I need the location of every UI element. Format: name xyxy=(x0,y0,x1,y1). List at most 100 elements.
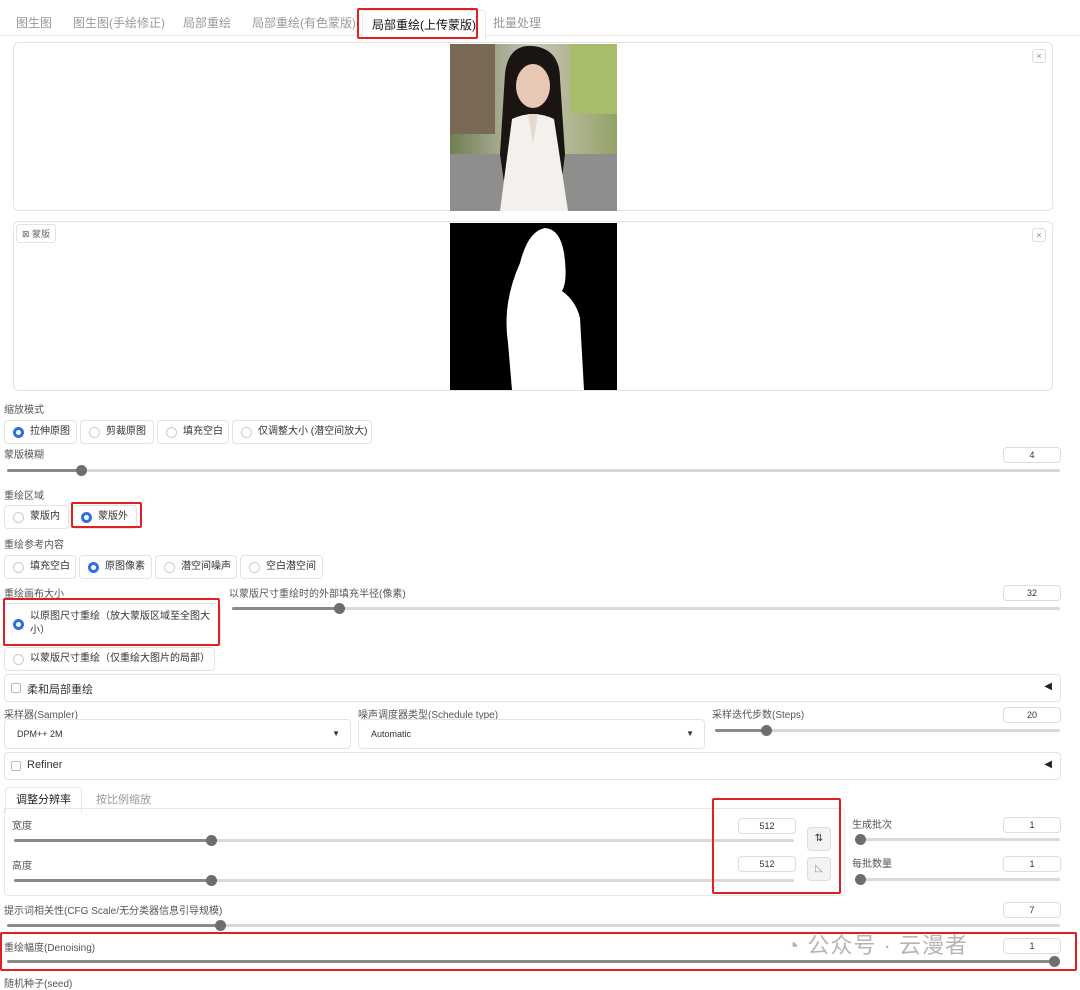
source-image xyxy=(450,44,617,211)
radio-dot xyxy=(166,427,177,438)
collapse-arrow-icon[interactable]: ◀ xyxy=(1044,759,1052,770)
radio-dot xyxy=(88,562,99,573)
slider-knob[interactable] xyxy=(334,603,345,614)
batch-count-input[interactable]: 1 xyxy=(1003,817,1061,833)
slider-knob[interactable] xyxy=(215,920,226,931)
slider-fill xyxy=(715,729,766,732)
cfg-slider[interactable] xyxy=(7,920,1060,931)
radio-dot xyxy=(13,654,24,665)
batch-size-input[interactable]: 1 xyxy=(1003,856,1061,872)
inpaint-area-label: 重绘区域 xyxy=(4,491,44,502)
radio-dot xyxy=(89,427,100,438)
radio-label: 以蒙版尺寸重绘（仅重绘大图片的局部） xyxy=(30,653,210,664)
watermark-text: 公众号 · 云漫者 xyxy=(807,933,968,958)
radio-content-original[interactable]: 原图像素 xyxy=(79,555,152,579)
mask-blur-input[interactable]: 4 xyxy=(1003,447,1061,463)
steps-slider[interactable] xyxy=(715,725,1060,736)
radio-dot xyxy=(13,562,24,573)
steps-label: 采样迭代步数(Steps) xyxy=(712,710,805,721)
radio-content-fill[interactable]: 填充空白 xyxy=(4,555,76,579)
width-label: 宽度 xyxy=(12,821,32,832)
soft-inpaint-checkbox[interactable] xyxy=(11,683,21,693)
radio-resize-fill[interactable]: 填充空白 xyxy=(157,420,229,444)
padding-input[interactable]: 32 xyxy=(1003,585,1061,601)
padding-slider[interactable] xyxy=(232,603,1060,614)
radio-label: 原图像素 xyxy=(105,561,145,572)
batch-count-label: 生成批次 xyxy=(852,820,892,831)
steps-input[interactable]: 20 xyxy=(1003,707,1061,723)
chevron-down-icon: ▼ xyxy=(686,729,694,738)
radio-resize-latent[interactable]: 仅调整大小 (潜空间放大) xyxy=(232,420,372,444)
tab-img2img[interactable]: 图生图 xyxy=(16,14,52,31)
seed-label: 随机种子(seed) xyxy=(4,979,73,990)
collapse-arrow-icon[interactable]: ◀ xyxy=(1044,681,1052,692)
schedule-value: Automatic xyxy=(371,729,412,739)
radio-label: 填充空白 xyxy=(30,561,70,572)
slider-fill xyxy=(7,469,81,472)
radio-label: 剪裁原图 xyxy=(106,426,146,437)
radio-label: 拉伸原图 xyxy=(30,426,70,437)
refiner-label: Refiner xyxy=(27,759,63,771)
sampler-value: DPM++ 2M xyxy=(17,729,63,739)
annotation-tab-highlight xyxy=(357,8,478,39)
cfg-label: 提示词相关性(CFG Scale/无分类器信息引导规模) xyxy=(4,906,223,917)
radio-dot xyxy=(241,427,252,438)
tab-sketch[interactable]: 图生图(手绘修正) xyxy=(73,14,165,31)
padding-label: 以蒙版尺寸重绘时的外部填充半径(像素) xyxy=(229,589,406,600)
radio-dot xyxy=(164,562,175,573)
soft-inpaint-accordion[interactable]: 柔和局部重绘 ◀ xyxy=(4,674,1061,702)
schedule-dropdown[interactable]: Automatic ▼ xyxy=(358,719,705,749)
close-icon[interactable]: × xyxy=(1032,228,1046,242)
radio-content-latent-noise[interactable]: 潜空间噪声 xyxy=(155,555,237,579)
refiner-accordion[interactable]: Refiner ◀ xyxy=(4,752,1061,780)
radio-label: 填充空白 xyxy=(183,426,223,437)
batch-size-label: 每批数量 xyxy=(852,859,892,870)
tab-batch[interactable]: 批量处理 xyxy=(493,14,541,31)
slider-fill xyxy=(232,607,339,610)
mask-blur-slider[interactable] xyxy=(7,465,1060,476)
tab-resize-by[interactable]: 按比例缩放 xyxy=(96,791,151,807)
annotation-area-highlight xyxy=(71,502,142,528)
tab-inpaint-sketch[interactable]: 局部重绘(有色蒙版) xyxy=(252,14,356,31)
batch-count-slider[interactable] xyxy=(855,834,1060,845)
annotation-canvas-highlight xyxy=(3,598,220,646)
tab-inpaint[interactable]: 局部重绘 xyxy=(183,14,231,31)
masked-content-label: 重绘参考内容 xyxy=(4,540,64,551)
chevron-down-icon: ▼ xyxy=(332,729,340,738)
slider-knob[interactable] xyxy=(76,465,87,476)
radio-resize-crop[interactable]: 剪裁原图 xyxy=(80,420,154,444)
slider-fill xyxy=(14,879,211,882)
radio-label: 空白潜空间 xyxy=(266,561,316,572)
radio-dot xyxy=(13,427,24,438)
slider-fill xyxy=(7,924,220,927)
radio-label: 潜空间噪声 xyxy=(181,561,231,572)
mask-image-panel[interactable]: ⊠ 蒙版 × xyxy=(13,221,1053,391)
height-slider[interactable] xyxy=(14,875,794,886)
radio-dot xyxy=(249,562,260,573)
slider-fill xyxy=(14,839,211,842)
radio-label: 仅调整大小 (潜空间放大) xyxy=(258,426,368,437)
slider-knob[interactable] xyxy=(206,835,217,846)
height-label: 高度 xyxy=(12,861,32,872)
watermark: ◔ 公众号 · 云漫者 xyxy=(786,933,968,958)
mask-tag: ⊠ 蒙版 xyxy=(16,224,57,243)
mask-image xyxy=(450,223,617,390)
resize-mode-label: 缩放模式 xyxy=(4,405,44,416)
cfg-input[interactable]: 7 xyxy=(1003,902,1061,918)
close-icon[interactable]: × xyxy=(1032,49,1046,63)
radio-resize-stretch[interactable]: 拉伸原图 xyxy=(4,420,77,444)
radio-content-latent-nothing[interactable]: 空白潜空间 xyxy=(240,555,323,579)
slider-knob[interactable] xyxy=(761,725,772,736)
batch-size-slider[interactable] xyxy=(855,874,1060,885)
source-image-panel[interactable]: × xyxy=(13,42,1053,211)
refiner-checkbox[interactable] xyxy=(11,761,21,771)
slider-knob[interactable] xyxy=(206,875,217,886)
soft-inpaint-label: 柔和局部重绘 xyxy=(27,684,93,696)
radio-area-masked[interactable]: 蒙版内 xyxy=(4,505,69,529)
slider-knob[interactable] xyxy=(855,874,866,885)
sampler-dropdown[interactable]: DPM++ 2M ▼ xyxy=(4,719,351,749)
radio-canvas-masked[interactable]: 以蒙版尺寸重绘（仅重绘大图片的局部） xyxy=(4,647,215,671)
radio-dot xyxy=(13,512,24,523)
slider-knob[interactable] xyxy=(855,834,866,845)
width-slider[interactable] xyxy=(14,835,794,846)
